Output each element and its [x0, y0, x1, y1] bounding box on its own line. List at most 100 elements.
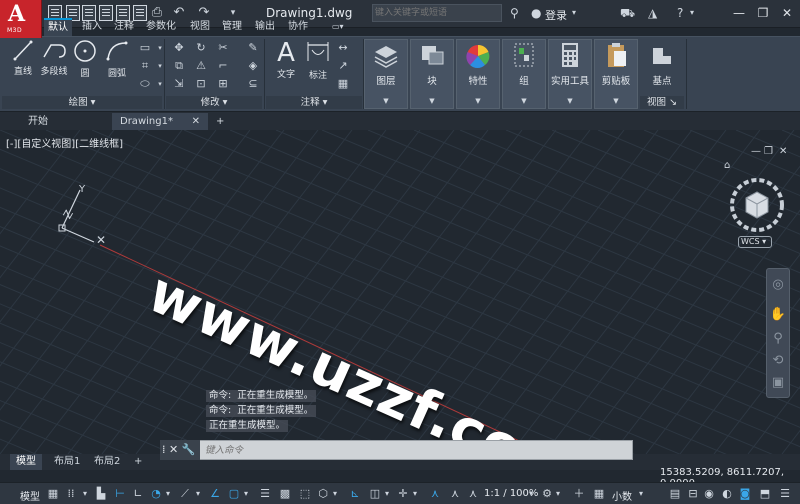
help-icon[interactable]: ? [677, 5, 683, 21]
trim-icon[interactable]: ✂ [216, 41, 230, 55]
clean-screen-toggle-icon[interactable]: ◙ [738, 487, 752, 501]
user-icon[interactable]: ● [531, 5, 541, 21]
selection-filter-dropdown-icon[interactable]: ▾ [382, 487, 392, 501]
selection-cycling-icon[interactable]: ⬚ [298, 487, 312, 501]
command-input[interactable] [205, 442, 625, 458]
dynamic-ucs-icon[interactable]: ⊾ [348, 487, 362, 501]
isometric-dropdown-icon[interactable]: ▾ [193, 487, 203, 501]
ribbon-options-icon[interactable]: ▭▾ [328, 18, 348, 36]
scale-icon[interactable]: ⊡ [194, 77, 208, 91]
tab-annotate[interactable]: 注释 [110, 18, 138, 36]
tab-start[interactable]: 开始 [20, 113, 110, 130]
layers-panel[interactable]: 图层 ▼ [364, 39, 408, 109]
transparency-icon[interactable]: ▩ [278, 487, 292, 501]
model-space-button[interactable]: 模型 [20, 488, 40, 503]
leader-icon[interactable]: ↗ [336, 59, 350, 73]
copy-icon[interactable]: ⧉ [172, 59, 186, 73]
erase-icon[interactable]: ✎ [246, 41, 260, 55]
viewport-minimize-icon[interactable]: — [751, 146, 761, 157]
properties-panel[interactable]: 特性 ▼ [456, 39, 500, 109]
snap-dropdown-icon[interactable]: ▾ [80, 487, 90, 501]
command-line-tools[interactable]: ⁞ ✕ 🔧 [160, 440, 200, 460]
move-icon[interactable]: ✥ [172, 41, 186, 55]
view-panel-title[interactable]: 视图 ↘ [640, 96, 684, 109]
rectangle-icon[interactable]: ▭ [138, 41, 152, 55]
tab-output[interactable]: 输出 [251, 18, 279, 36]
orbit-icon[interactable]: ⟲ [767, 353, 789, 368]
tab-view[interactable]: 视图 [186, 18, 214, 36]
minimize-button[interactable]: — [728, 4, 750, 22]
new-tab-icon[interactable]: + [212, 113, 232, 130]
pan-icon[interactable]: ✋ [767, 307, 789, 322]
annotation-monitor-icon[interactable]: ＋ [572, 487, 586, 501]
offset-icon[interactable]: ⊆ [246, 77, 260, 91]
lock-ui-icon[interactable]: ⊟ [686, 487, 700, 501]
infer-constraints-icon[interactable]: ▙ [94, 487, 108, 501]
grid-icon[interactable]: ▦ [46, 487, 60, 501]
3d-osnap-icon[interactable]: ⬡ [316, 487, 330, 501]
modify-panel-title[interactable]: 修改 ▾ [166, 96, 262, 109]
gizmo-dropdown-icon[interactable]: ▾ [410, 487, 420, 501]
ellipse-icon[interactable]: ⬭ [138, 77, 152, 91]
rotate-icon[interactable]: ↻ [194, 41, 208, 55]
customization-icon[interactable]: ☰ [778, 487, 792, 501]
gizmo-icon[interactable]: ✛ [396, 487, 410, 501]
drawing-viewport[interactable]: [-][自定义视图][二维线框] Y ✕ Z www.uzzf.com ⌂ — … [0, 130, 800, 454]
clipboard-panel[interactable]: 剪贴板 ▼ [594, 39, 638, 109]
help-dropdown-icon[interactable]: ▾ [690, 5, 694, 21]
auto-scale-icon[interactable]: ⋏ [448, 487, 462, 501]
zoom-icon[interactable]: ⚲ [767, 331, 789, 346]
fillet-icon[interactable]: ⌐ [216, 59, 230, 73]
dimension-tool[interactable]: 标注 [304, 39, 332, 81]
hatch-icon[interactable]: ⌗ [138, 59, 152, 73]
store-cart-icon[interactable]: ⛟ [620, 5, 635, 21]
workspace-dropdown-icon[interactable]: ▾ [553, 487, 563, 501]
object-snap-tracking-icon[interactable]: ∠ [208, 487, 222, 501]
units-dropdown-icon[interactable]: ▾ [636, 487, 646, 501]
arc-tool[interactable]: 圆弧 [104, 39, 130, 79]
application-menu-button[interactable]: A M3D [0, 0, 42, 38]
annotation-scale-icon[interactable]: ⋏ [466, 487, 480, 501]
hardware-acceleration-icon[interactable]: ◐ [720, 487, 734, 501]
close-tab-icon[interactable]: ✕ [192, 113, 200, 130]
mirror-icon[interactable]: ⚠ [194, 59, 208, 73]
table-icon[interactable]: ▦ [336, 77, 350, 91]
login-button[interactable]: 登录 [545, 7, 567, 23]
dynamic-input-icon[interactable]: ⊢ [113, 487, 127, 501]
viewport-controls-label[interactable]: [-][自定义视图][二维线框] [6, 135, 123, 150]
units-icon[interactable]: ▦ [592, 487, 606, 501]
draw-panel-title[interactable]: 绘图 ▾ [2, 96, 162, 109]
utilities-panel[interactable]: 实用工具 ▼ [548, 39, 592, 109]
search-input[interactable] [372, 4, 502, 22]
autodesk-a360-icon[interactable]: ◮ [648, 5, 657, 21]
binoculars-icon[interactable]: ⚲ [510, 5, 519, 21]
text-tool[interactable]: A 文字 [272, 39, 300, 80]
line-tool[interactable]: 直线 [10, 39, 36, 77]
snap-icon[interactable]: ⁞⁞ [64, 487, 78, 501]
explode-icon[interactable]: ◈ [246, 59, 260, 73]
object-snap-dropdown-icon[interactable]: ▾ [241, 487, 251, 501]
isometric-icon[interactable]: ⟋ [178, 487, 192, 501]
tab-parametric[interactable]: 参数化 [142, 18, 180, 36]
block-panel[interactable]: 块 ▼ [410, 39, 454, 109]
polar-tracking-icon[interactable]: ◔ [149, 487, 163, 501]
close-button[interactable]: ✕ [776, 4, 798, 22]
ortho-icon[interactable]: ∟ [131, 487, 145, 501]
isolate-objects-icon[interactable]: ◉ [702, 487, 716, 501]
wcs-menu[interactable]: WCS ▾ [738, 236, 772, 248]
polar-dropdown-icon[interactable]: ▾ [163, 487, 173, 501]
linear-dim-icon[interactable]: ↔ [336, 41, 350, 55]
tab-collaborate[interactable]: 协作 [284, 18, 312, 36]
showmotion-icon[interactable]: ▣ [767, 375, 789, 390]
viewport-home-icon[interactable]: ⌂ [724, 160, 730, 171]
array-icon[interactable]: ⊞ [216, 77, 230, 91]
restore-button[interactable]: ❐ [752, 4, 774, 22]
object-snap-icon[interactable]: ▢ [227, 487, 241, 501]
3d-osnap-dropdown-icon[interactable]: ▾ [330, 487, 340, 501]
stretch-icon[interactable]: ⇲ [172, 77, 186, 91]
workspace-gear-icon[interactable]: ⚙ [540, 487, 554, 501]
circle-tool[interactable]: 圆 [72, 39, 98, 79]
steering-wheel-icon[interactable]: ◎ [767, 277, 789, 292]
scale-dropdown-icon[interactable]: ▾ [526, 487, 536, 501]
tab-insert[interactable]: 插入 [78, 18, 106, 36]
